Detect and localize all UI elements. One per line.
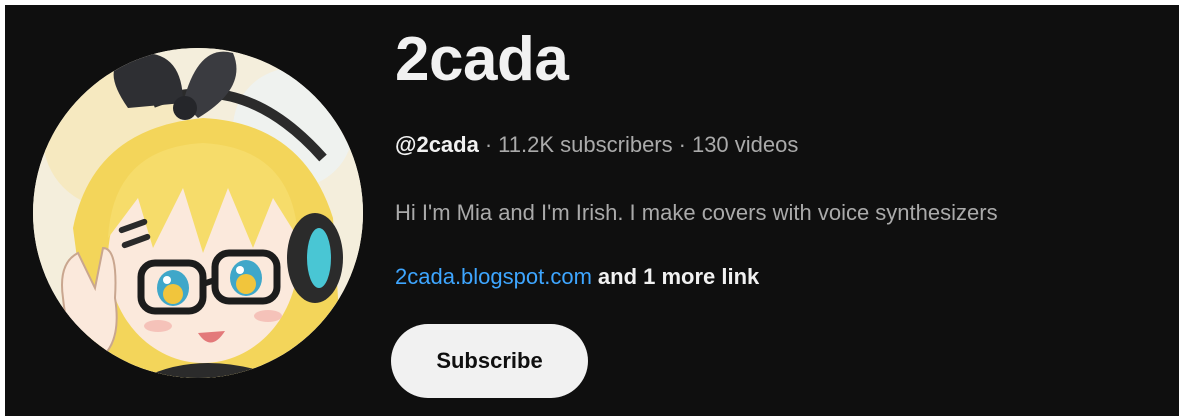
more-links-button[interactable]: and 1 more link [598, 264, 759, 289]
page: 2cada @2cada · 11.2K subscribers · 130 video… [0, 0, 1179, 416]
meta-separator: · [484, 132, 493, 157]
channel-header: 2cada @2cada · 11.2K subscribers · 130 video… [5, 5, 1179, 416]
channel-name: 2cada [395, 25, 569, 94]
subscriber-count: 11.2K subscribers [498, 132, 673, 157]
channel-avatar[interactable] [33, 48, 363, 378]
meta-separator: · [678, 132, 686, 157]
channel-handle: @2cada [395, 132, 479, 157]
video-count: 130 videos [691, 132, 799, 157]
subscribe-button[interactable]: Subscribe [391, 324, 588, 398]
channel-links: 2cada.blogspot.com and 1 more link [395, 264, 759, 290]
avatar-illustration [33, 48, 363, 378]
channel-description[interactable]: Hi I'm Mia and I'm Irish. I make covers … [395, 200, 998, 226]
channel-meta: @2cada · 11.2K subscribers · 130 videos [395, 132, 798, 158]
channel-link[interactable]: 2cada.blogspot.com [395, 264, 592, 289]
